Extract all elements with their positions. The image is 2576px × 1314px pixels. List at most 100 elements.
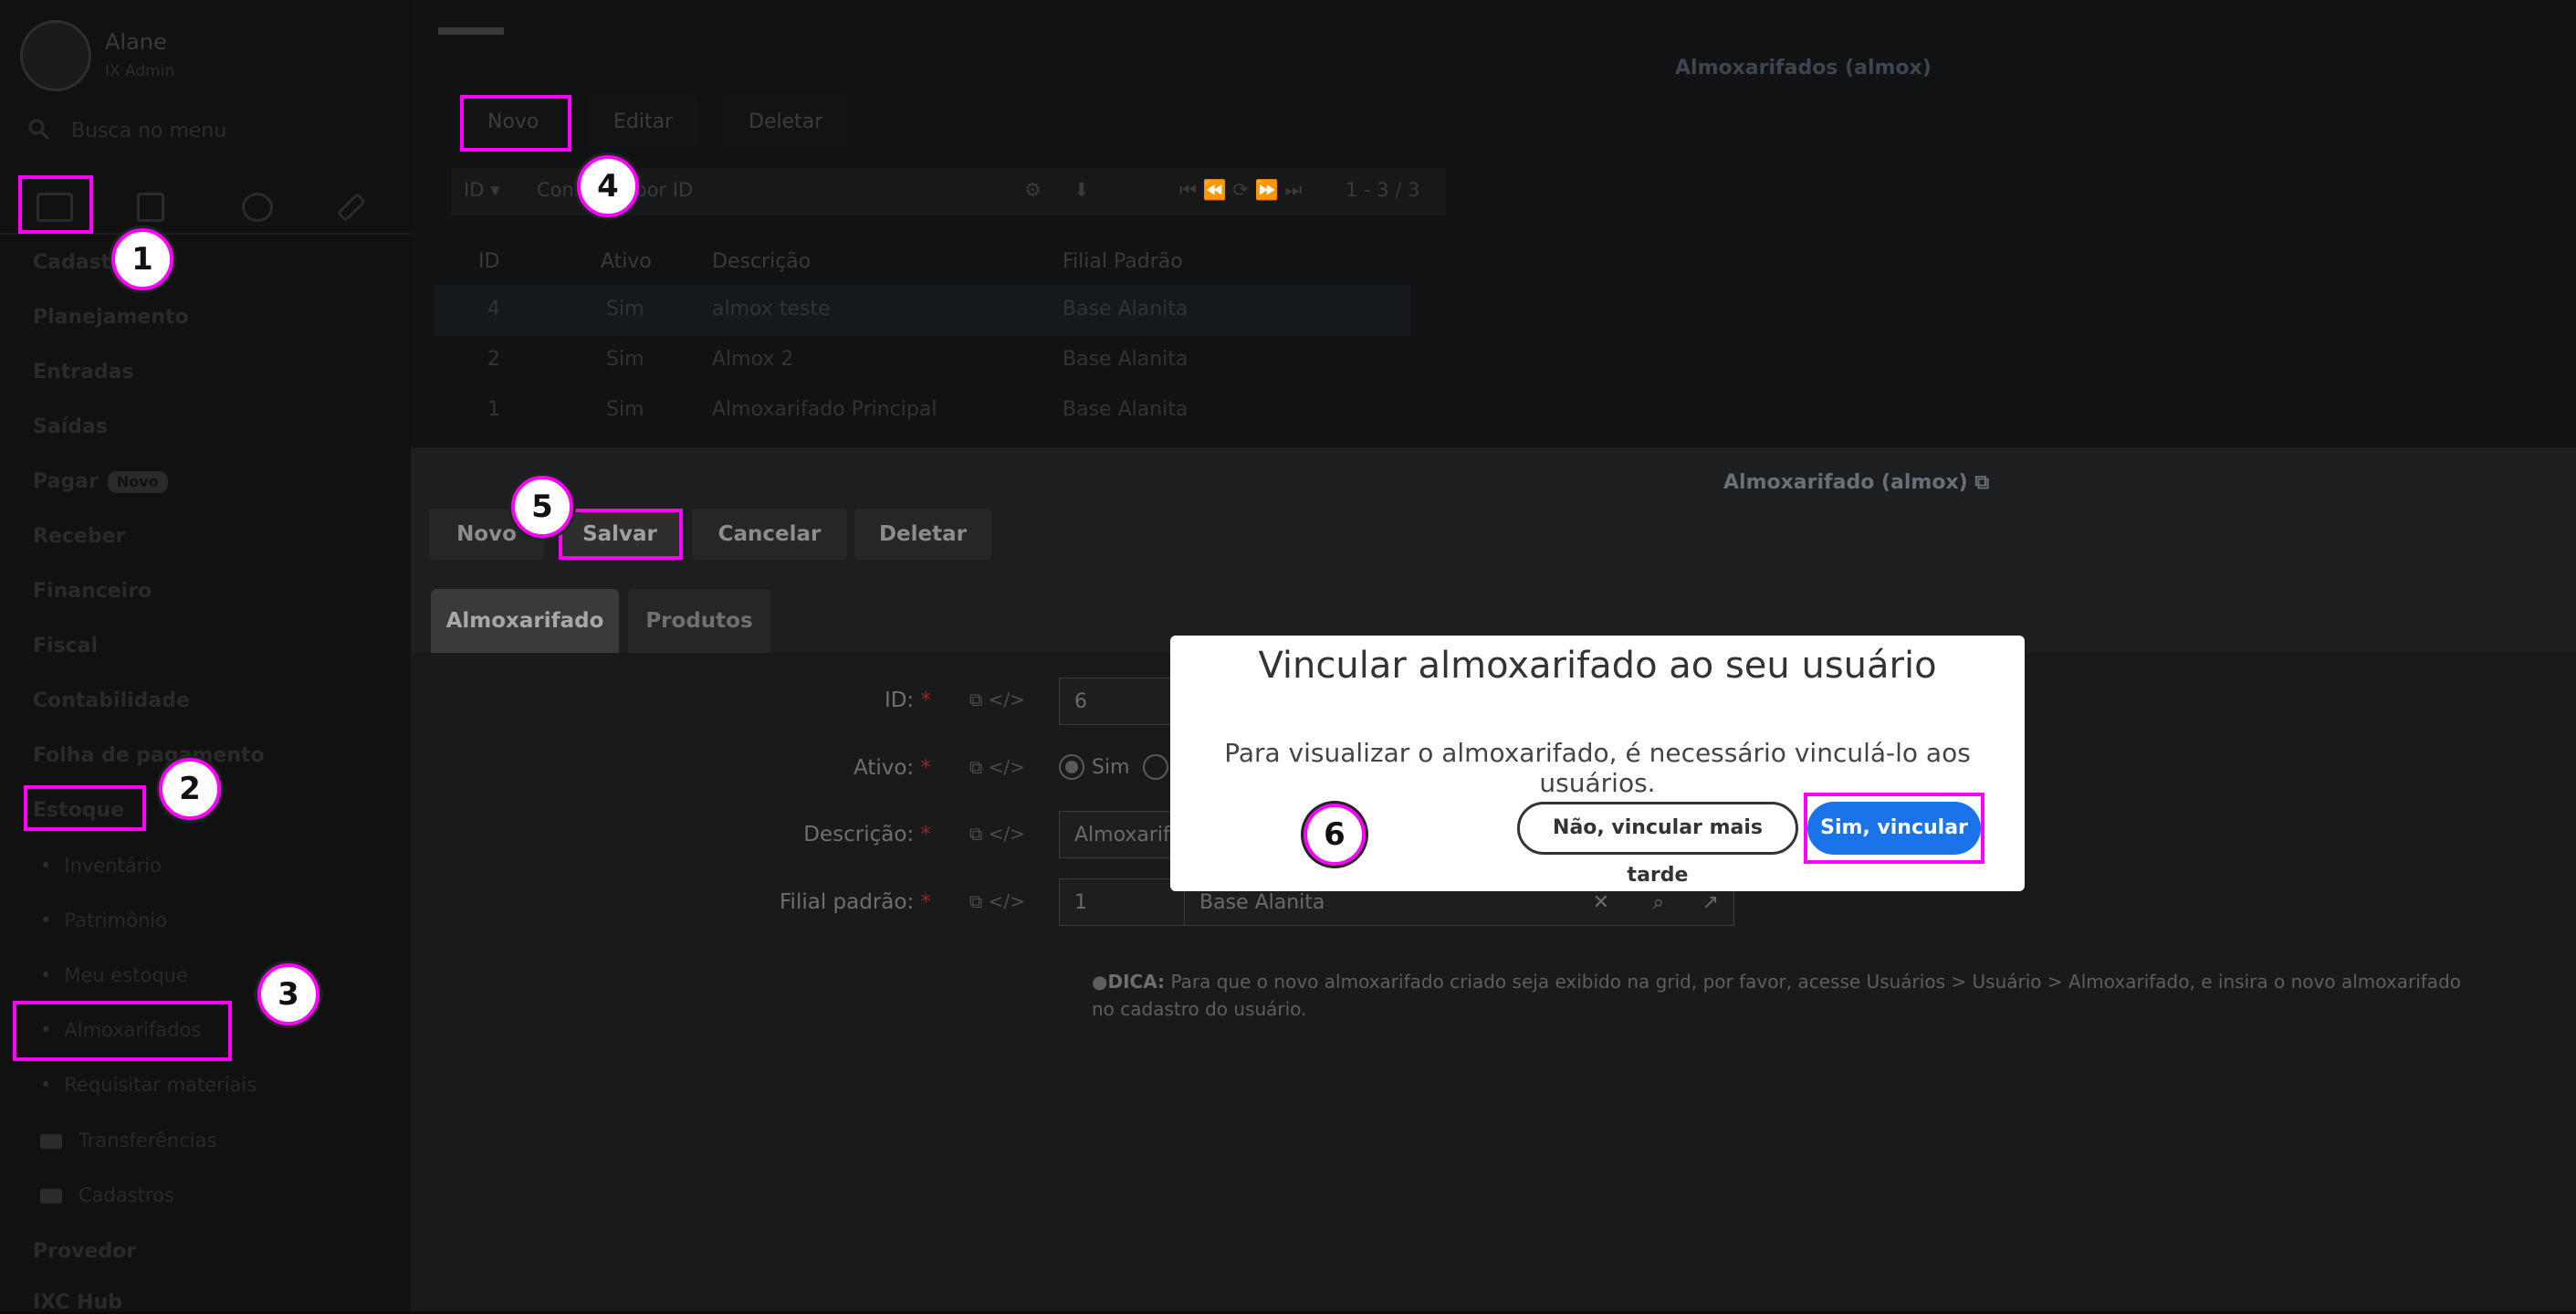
filter-options-icon[interactable]: ⚙	[1024, 179, 1042, 201]
cell-id: 4	[487, 298, 500, 321]
field-ativo-tools[interactable]: ⧉ </>	[969, 756, 1025, 778]
menu-saidas[interactable]: Saídas	[33, 415, 108, 438]
window-tab-marker	[438, 27, 504, 35]
menu-receber[interactable]: Receber	[33, 525, 125, 548]
menu-folha[interactable]: Folha de pagamento	[33, 744, 265, 767]
cell-filial: Base Alanita	[1063, 348, 1189, 371]
field-id-input[interactable]: 6	[1059, 678, 1174, 725]
field-filial-id-input[interactable]: 1	[1059, 878, 1185, 926]
cell-filial: Base Alanita	[1063, 398, 1189, 421]
submenu-cadastros[interactable]: Cadastros	[40, 1184, 174, 1206]
grid-title: Almoxarifados (almox)	[1675, 57, 1932, 79]
menu-planejamento[interactable]: Planejamento	[33, 306, 189, 329]
document-icon[interactable]	[137, 193, 164, 222]
submenu-patrimonio[interactable]: Patrimônio	[40, 909, 167, 931]
cell-id: 1	[487, 398, 500, 421]
required-mark: *	[920, 689, 932, 712]
field-descricao-tools[interactable]: ⧉ </>	[969, 823, 1025, 845]
wrench-icon[interactable]	[336, 192, 367, 223]
submenu-meu-estoque[interactable]: Meu estoque	[40, 964, 188, 986]
cell-filial: Base Alanita	[1063, 298, 1189, 321]
field-ativo-label-text: Ativo:	[853, 756, 915, 780]
filter-field-select[interactable]: ID ▾	[464, 179, 500, 201]
tip-text: Para que o novo almoxarifado criado seja…	[1092, 971, 2461, 1020]
col-id[interactable]: ID	[478, 250, 499, 273]
radio-ativo-sim[interactable]	[1059, 754, 1084, 780]
col-filial[interactable]: Filial Padrão	[1063, 250, 1183, 273]
submenu-inventario[interactable]: Inventário	[40, 855, 162, 877]
settings-icon[interactable]	[242, 193, 273, 222]
step-marker-5: 5	[511, 476, 573, 538]
table-row[interactable]: 2 Sim Almox 2 Base Alanita	[435, 335, 1411, 386]
highlight-box	[13, 1001, 232, 1061]
radio-ativo-nao[interactable]	[1143, 754, 1168, 780]
cell-ativo: Sim	[606, 298, 644, 321]
highlight-box	[559, 509, 683, 560]
form-title: Almoxarifado (almox) ⧉	[1723, 471, 1989, 494]
user-avatar[interactable]	[20, 20, 91, 91]
field-id-label: ID: *	[657, 689, 931, 712]
submenu-requisitar[interactable]: Requisitar materiais	[40, 1074, 257, 1096]
step-marker-1: 1	[111, 228, 173, 290]
form-delete-button[interactable]: Deletar	[854, 509, 991, 560]
grid-edit-button[interactable]: Editar	[588, 97, 699, 148]
menu-provedor[interactable]: Provedor	[33, 1240, 136, 1263]
submenu-cadastros-label: Cadastros	[79, 1184, 174, 1206]
search-placeholder: Busca no menu	[71, 120, 227, 142]
step-marker-3: 3	[257, 963, 319, 1025]
tab-almoxarifado[interactable]: Almoxarifado	[431, 589, 619, 653]
menu-contabilidade[interactable]: Contabilidade	[33, 689, 190, 712]
form-title-text: Almoxarifado (almox)	[1723, 471, 1968, 494]
field-descricao-input[interactable]: Almoxarifa	[1059, 811, 1174, 858]
menu-search[interactable]: Busca no menu	[27, 114, 393, 151]
pagination-controls[interactable]: ⏮ ⏪ ⟳ ⏩ ⏭	[1179, 179, 1302, 202]
grid-delete-button[interactable]: Deletar	[723, 97, 849, 148]
step-marker-4: 4	[577, 155, 639, 217]
menu-financeiro[interactable]: Financeiro	[33, 580, 152, 603]
export-icon[interactable]: ⬇	[1073, 179, 1090, 201]
cell-ativo: Sim	[606, 348, 644, 371]
folder-icon	[40, 1134, 62, 1149]
submenu-transferencias[interactable]: Transferências	[40, 1130, 216, 1151]
menu-pagar-label: Pagar	[33, 470, 99, 493]
step-marker-2: 2	[159, 758, 221, 820]
user-name: Alane	[105, 29, 167, 55]
menu-ixc-hub[interactable]: IXC Hub	[33, 1291, 122, 1314]
field-descricao-label-text: Descrição:	[803, 823, 915, 846]
pagination-info: 1 - 3 / 3	[1346, 179, 1420, 201]
field-filial-tools[interactable]: ⧉ </>	[969, 890, 1025, 912]
field-filial-label: Filial padrão: *	[657, 890, 931, 914]
field-ativo-label: Ativo: *	[657, 756, 931, 780]
highlight-box	[1804, 793, 1984, 864]
field-filial-name: Base Alanita	[1199, 891, 1325, 914]
search-icon	[28, 119, 50, 141]
modal-title: Vincular almoxarifado ao seu usuário	[1258, 645, 1937, 687]
submenu-transferencias-label: Transferências	[79, 1130, 217, 1151]
table-row[interactable]: 4 Sim almox teste Base Alanita	[435, 285, 1411, 336]
tab-produtos[interactable]: Produtos	[628, 589, 770, 653]
col-descricao[interactable]: Descrição	[712, 250, 811, 273]
highlight-box	[460, 95, 571, 152]
required-mark: *	[920, 756, 932, 780]
radio-ativo-sim-label: Sim	[1092, 756, 1130, 779]
copy-icon[interactable]: ⧉	[1974, 471, 1989, 494]
step-marker-6: 6	[1304, 804, 1366, 866]
col-ativo[interactable]: Ativo	[601, 250, 652, 273]
menu-entradas[interactable]: Entradas	[33, 361, 134, 384]
cell-descricao: Almoxarifado Principal	[712, 398, 937, 421]
folder-icon	[40, 1189, 62, 1204]
field-descricao-label: Descrição: *	[657, 823, 931, 846]
menu-fiscal[interactable]: Fiscal	[33, 635, 98, 657]
required-mark: *	[920, 890, 932, 914]
form-tip: ●DICA: Para que o novo almoxarifado cria…	[1092, 968, 2461, 1023]
modal-body: Para visualizar o almoxarifado, é necess…	[1224, 738, 1971, 798]
cell-descricao: Almox 2	[712, 348, 794, 371]
modal-no-button[interactable]: Não, vincular mais tarde	[1517, 802, 1798, 887]
highlight-box	[24, 785, 146, 831]
menu-pagar[interactable]: Pagar Novo	[33, 470, 168, 493]
field-filial-label-text: Filial padrão:	[780, 890, 915, 914]
table-row[interactable]: 1 Sim Almoxarifado Principal Base Alanit…	[435, 385, 1411, 436]
field-id-tools[interactable]: ⧉ </>	[969, 689, 1025, 710]
cell-id: 2	[487, 348, 500, 371]
form-cancel-button[interactable]: Cancelar	[692, 509, 847, 560]
